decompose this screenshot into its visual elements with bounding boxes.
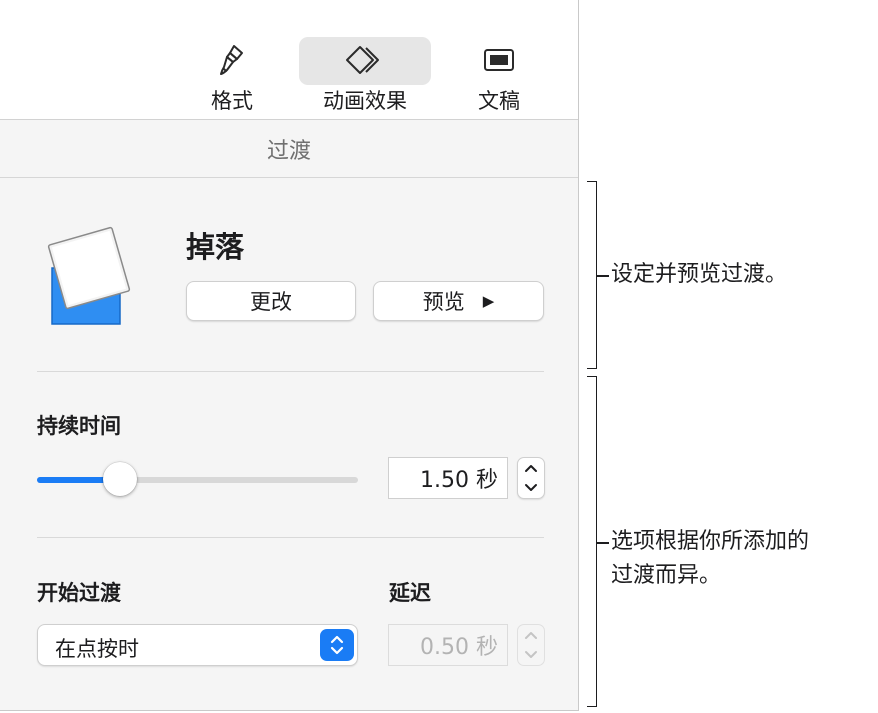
divider <box>37 371 544 372</box>
start-transition-label: 开始过渡 <box>37 581 121 605</box>
tab-format-label: 格式 <box>211 89 253 113</box>
duration-slider-knob[interactable] <box>103 462 138 496</box>
transition-name: 掉落 <box>186 230 245 264</box>
callout-bottom-text: 选项根据你所添加的 过渡而异。 <box>611 525 809 593</box>
divider <box>37 537 544 538</box>
chevron-up-icon <box>518 625 544 645</box>
delay-field: 0.50 秒 <box>388 624 508 666</box>
inspector-panel: 格式 动画效果 文稿 过渡 掉落 更改 预览 ▶ 持续时间 1.50 秒 开始过… <box>0 0 579 711</box>
delay-label: 延迟 <box>389 581 431 605</box>
up-down-chevron-icon <box>320 629 354 661</box>
section-title: 过渡 <box>0 120 578 178</box>
duration-field[interactable]: 1.50 秒 <box>388 457 508 499</box>
callout-bottom-line1: 选项根据你所添加的 <box>611 529 810 554</box>
chevron-up-icon[interactable] <box>518 458 544 478</box>
paintbrush-icon <box>190 42 274 78</box>
chevron-down-icon[interactable] <box>518 478 544 498</box>
inspector-toolbar: 格式 动画效果 文稿 <box>0 0 578 120</box>
play-icon: ▶ <box>482 292 495 310</box>
start-transition-value: 在点按时 <box>55 637 139 661</box>
tab-animate[interactable]: 动画效果 <box>299 37 431 113</box>
tab-document-label: 文稿 <box>478 89 520 113</box>
callout-bottom-line2: 过渡而异。 <box>611 563 722 588</box>
callout-tick-top <box>597 275 609 277</box>
callout-bracket-top <box>587 181 597 369</box>
start-transition-popup[interactable]: 在点按时 <box>37 624 358 666</box>
delay-stepper <box>517 624 545 666</box>
tab-animate-label: 动画效果 <box>323 89 407 113</box>
callout-tick-bottom <box>597 542 609 544</box>
preview-button[interactable]: 预览 ▶ <box>373 281 544 321</box>
tab-format[interactable]: 格式 <box>190 37 274 113</box>
chevron-down-icon <box>518 645 544 665</box>
change-button-label: 更改 <box>250 290 292 314</box>
duration-slider[interactable] <box>37 462 358 496</box>
tab-document[interactable]: 文稿 <box>458 37 540 113</box>
preview-button-label: 预览 <box>422 290 465 314</box>
animate-diamond-icon <box>299 42 431 78</box>
callout-top-text: 设定并预览过渡。 <box>611 262 788 287</box>
duration-label: 持续时间 <box>37 414 121 438</box>
duration-stepper[interactable] <box>517 457 545 499</box>
drop-transition-icon <box>44 220 134 330</box>
document-window-icon <box>458 42 540 78</box>
callout-bracket-bottom <box>587 376 597 707</box>
change-button[interactable]: 更改 <box>186 281 356 321</box>
